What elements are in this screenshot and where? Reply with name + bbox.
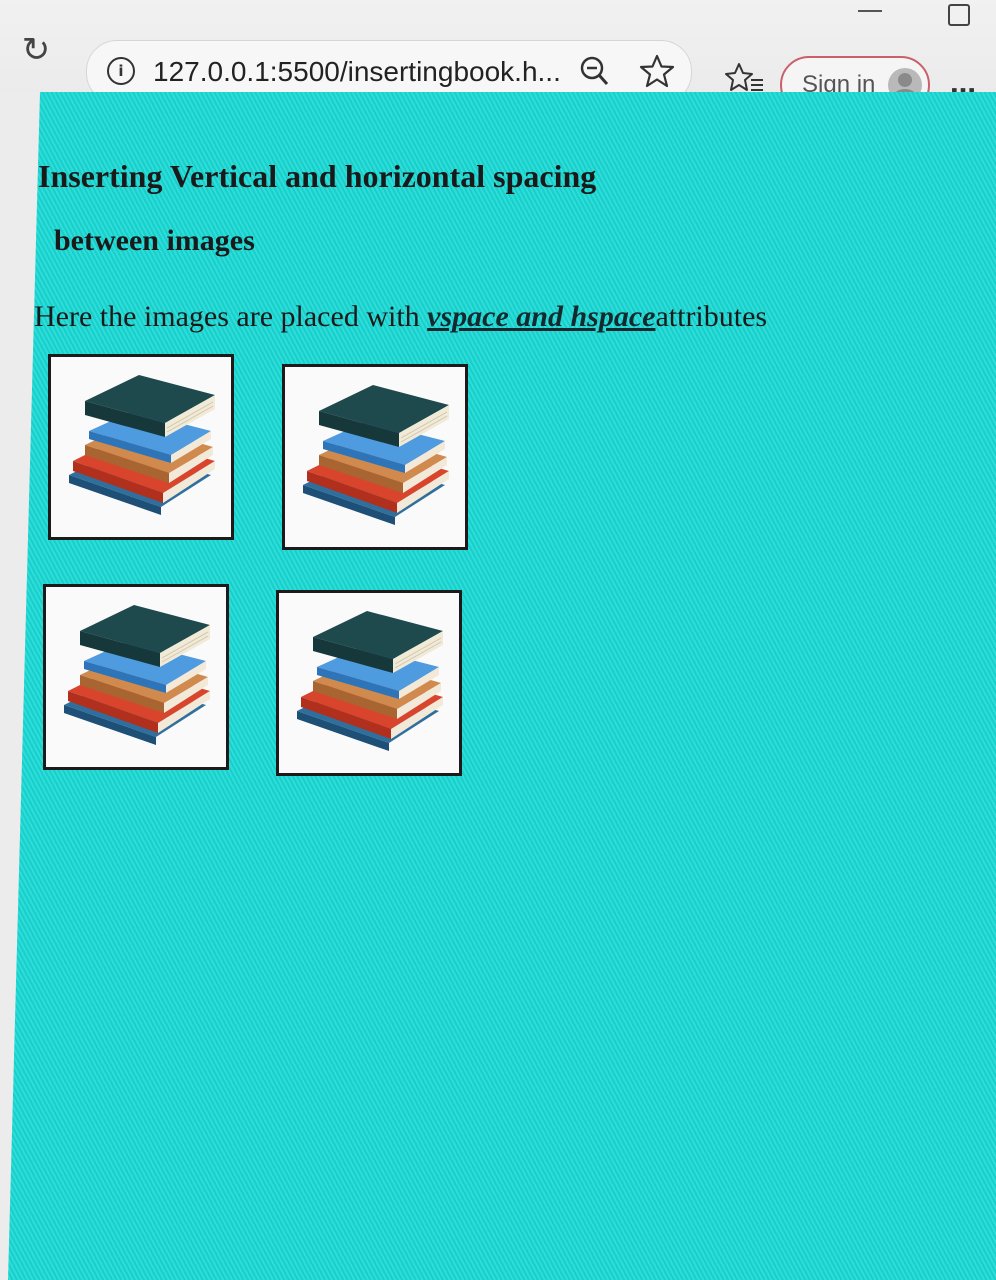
page-heading: Inserting Vertical and horizontal spacin…	[38, 158, 597, 194]
window-maximize-button[interactable]	[948, 4, 970, 26]
zoom-out-icon[interactable]	[579, 55, 609, 87]
info-icon[interactable]: i	[107, 57, 135, 85]
page-content: Inserting Vertical and horizontal spacin…	[0, 92, 996, 1280]
book-stack-image	[276, 590, 462, 776]
description-suffix: attributes	[655, 300, 768, 333]
page-heading-continued: between images	[54, 224, 255, 257]
book-stack-image	[43, 584, 229, 770]
description-text: Here the images are placed with vspace a…	[34, 300, 767, 334]
book-stack-image	[282, 364, 468, 550]
description-emphasis: vspace and hspace	[427, 300, 656, 333]
url-text[interactable]: 127.0.0.1:5500/insertingbook.h...	[153, 47, 561, 97]
book-stack-image	[48, 354, 234, 540]
description-prefix: Here the images are placed with	[34, 300, 428, 333]
window-minimize-button[interactable]	[858, 10, 882, 12]
reload-icon[interactable]: ↻	[16, 30, 56, 70]
star-icon[interactable]	[639, 53, 675, 89]
